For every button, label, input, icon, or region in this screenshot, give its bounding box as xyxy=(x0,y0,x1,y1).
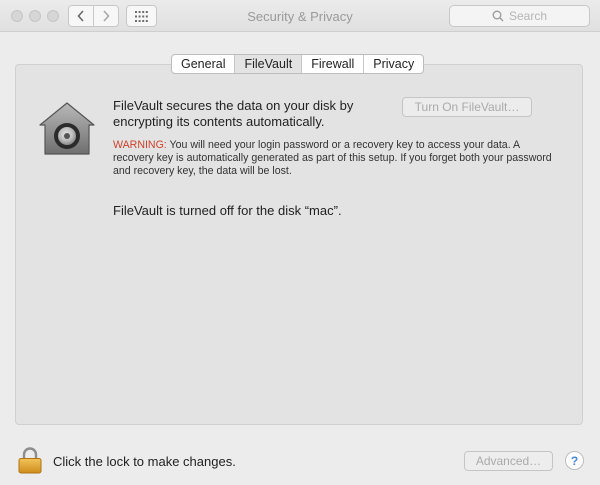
tab-bar: General FileVault Firewall Privacy xyxy=(171,54,425,74)
warning-label: WARNING: xyxy=(113,139,167,151)
help-button[interactable]: ? xyxy=(565,451,584,470)
filevault-icon xyxy=(39,102,95,155)
lock-icon[interactable] xyxy=(17,446,43,474)
filevault-description: FileVault secures the data on your disk … xyxy=(113,98,354,129)
security-privacy-window: Security & Privacy Search General FileVa… xyxy=(0,0,600,485)
tab-privacy[interactable]: Privacy xyxy=(364,55,423,73)
search-field[interactable]: Search xyxy=(449,5,590,27)
tab-firewall[interactable]: Firewall xyxy=(302,55,365,73)
tab-filevault[interactable]: FileVault xyxy=(235,55,303,73)
tab-general[interactable]: General xyxy=(172,55,236,73)
lock-hint-text: Click the lock to make changes. xyxy=(53,454,236,469)
title-bar: Security & Privacy Search xyxy=(0,0,600,32)
search-icon xyxy=(492,10,504,22)
filevault-status: FileVault is turned off for the disk “ma… xyxy=(113,203,342,218)
advanced-button[interactable]: Advanced… xyxy=(464,451,553,471)
filevault-warning: WARNING: You will need your login passwo… xyxy=(113,139,553,178)
warning-text: You will need your login password or a r… xyxy=(113,139,552,177)
turn-on-filevault-button[interactable]: Turn On FileVault… xyxy=(402,97,532,117)
search-placeholder: Search xyxy=(508,9,548,23)
